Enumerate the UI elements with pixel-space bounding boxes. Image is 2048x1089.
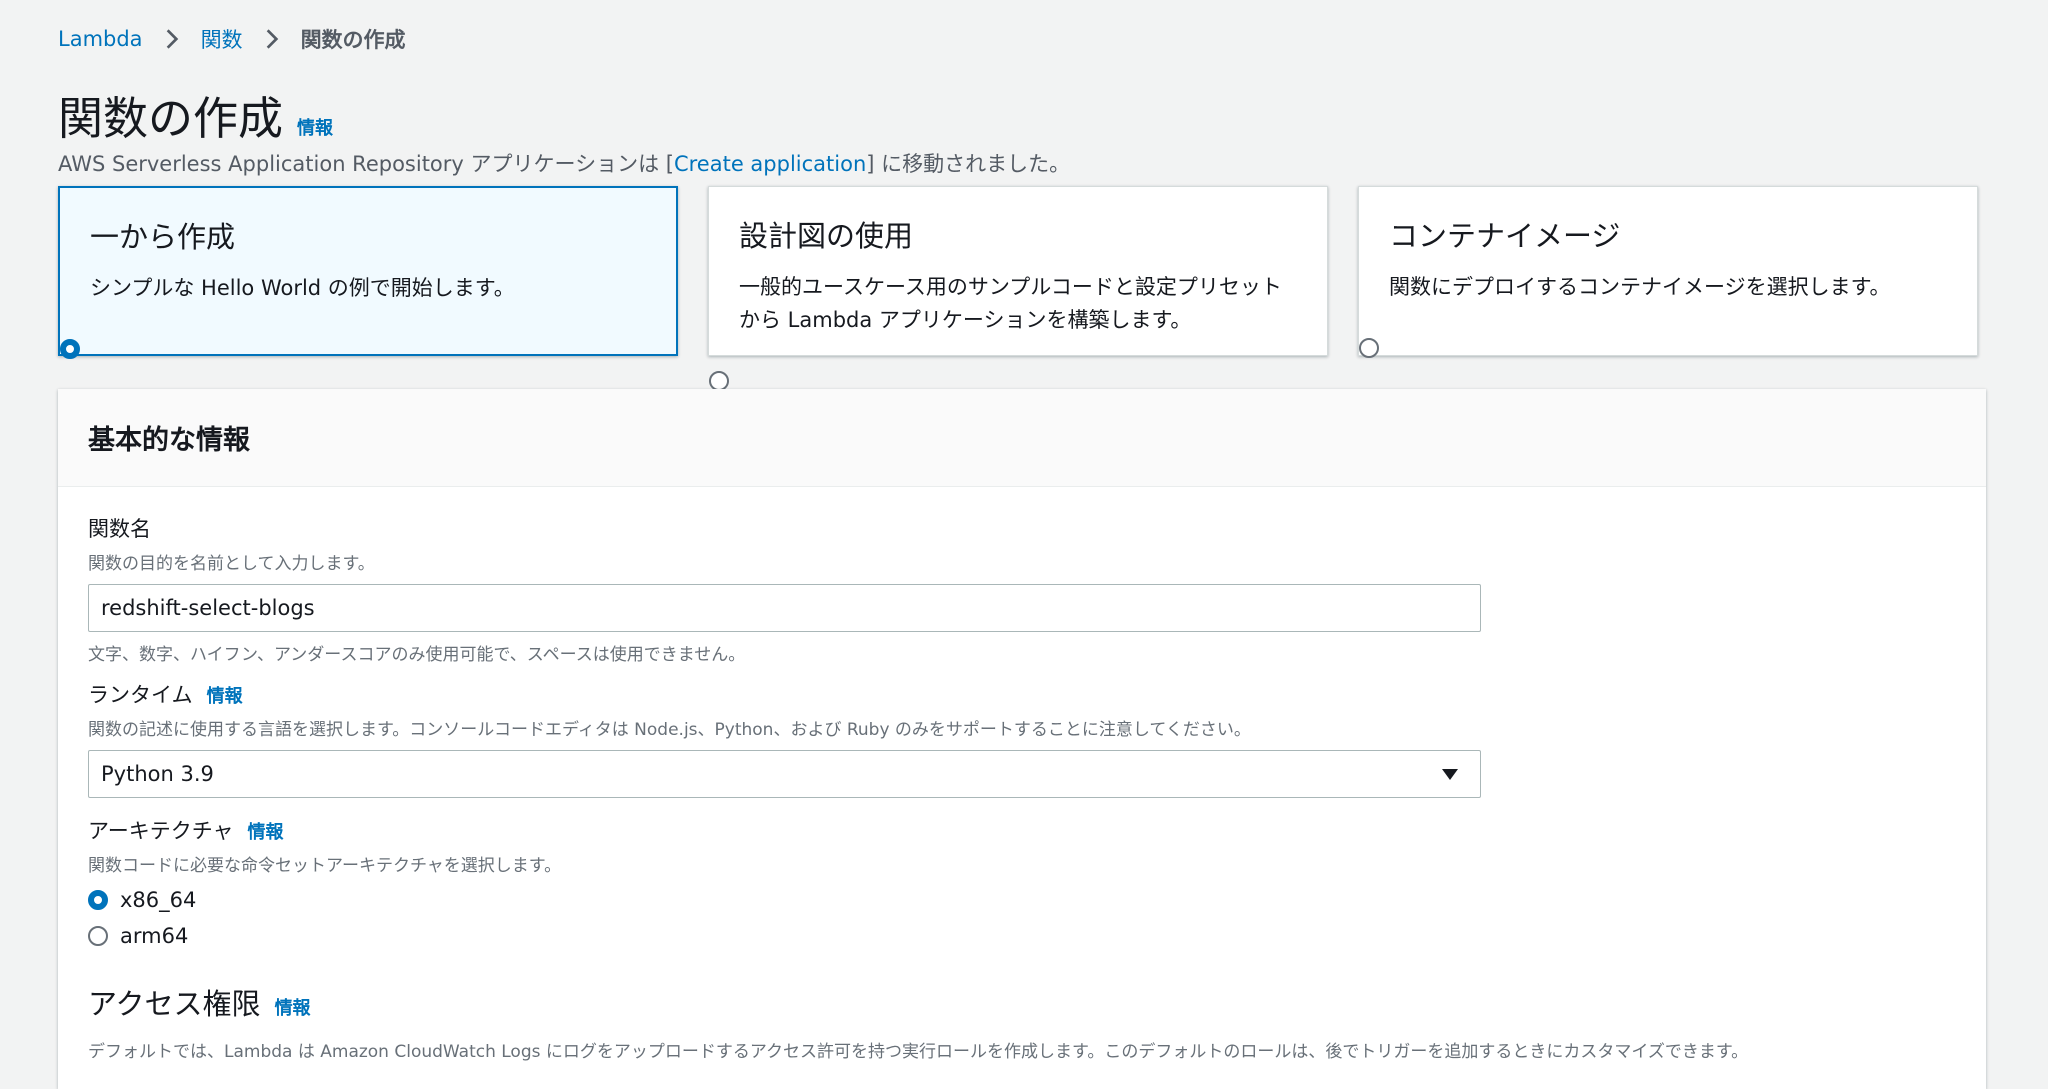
page-title-text: 関数の作成	[58, 92, 284, 145]
option-description: 一般的ユースケース用のサンプルコードと設定プリセットから Lambda アプリケ…	[739, 275, 1282, 332]
architecture-option-label: arm64	[120, 924, 189, 948]
option-description: シンプルな Hello World の例で開始します。	[90, 276, 515, 300]
architecture-option-label: x86_64	[120, 888, 197, 912]
function-name-description: 関数の目的を名前として入力します。	[88, 554, 375, 574]
architecture-field: アーキテクチャ 情報 関数コードに必要な命令セットアーキテクチャを選択します。 …	[88, 815, 561, 948]
architecture-description: 関数コードに必要な命令セットアーキテクチャを選択します。	[88, 856, 562, 876]
runtime-description: 関数の記述に使用する言語を選択します。コンソールコードエディタは Node.js…	[88, 720, 1251, 740]
option-author-from-scratch[interactable]: 一から作成 シンプルな Hello World の例で開始します。	[58, 186, 678, 359]
breadcrumb: Lambda 関数 関数の作成	[58, 24, 406, 54]
permissions-description: デフォルトでは、Lambda は Amazon CloudWatch Logs …	[88, 1042, 1749, 1062]
permissions-title-row: アクセス権限 情報	[88, 981, 1748, 1023]
option-title: 設計図の使用	[739, 219, 914, 253]
runtime-field: ランタイム 情報 関数の記述に使用する言語を選択します。コンソールコードエディタ…	[88, 679, 1481, 798]
radio-button[interactable]	[88, 890, 108, 910]
chevron-right-icon	[266, 29, 278, 49]
runtime-label: ランタイム	[88, 683, 193, 707]
architecture-label-row: アーキテクチャ 情報	[88, 815, 561, 845]
option-title: コンテナイメージ	[1389, 219, 1621, 253]
basic-info-panel: 基本的な情報 関数名 関数の目的を名前として入力します。 redshift-se…	[58, 389, 1986, 1089]
option-radio[interactable]	[60, 339, 80, 359]
breadcrumb-functions[interactable]: 関数	[201, 24, 243, 54]
caret-down-icon	[1442, 768, 1458, 780]
runtime-select[interactable]: Python 3.9	[88, 750, 1481, 798]
chevron-right-icon	[166, 29, 178, 49]
notice-text: AWS Serverless Application Repository アプ…	[58, 148, 1070, 178]
function-name-field: 関数名 関数の目的を名前として入力します。 redshift-select-bl…	[88, 513, 1481, 665]
breadcrumb-lambda[interactable]: Lambda	[58, 27, 143, 51]
panel-header: 基本的な情報	[58, 389, 1986, 487]
notice-suffix: ] に移動されました。	[866, 152, 1071, 176]
page-title: 関数の作成 情報	[58, 82, 333, 147]
runtime-label-row: ランタイム 情報	[88, 679, 1481, 709]
option-description: 関数にデプロイするコンテナイメージを選択します。	[1389, 275, 1891, 299]
option-container-image[interactable]: コンテナイメージ 関数にデプロイするコンテナイメージを選択します。	[1358, 186, 1978, 358]
architecture-info-link[interactable]: 情報	[248, 818, 284, 844]
function-name-input[interactable]: redshift-select-blogs	[88, 584, 1481, 632]
permissions-info-link[interactable]: 情報	[275, 994, 311, 1020]
option-title: 一から作成	[90, 220, 236, 254]
option-use-blueprint[interactable]: 設計図の使用 一般的ユースケース用のサンプルコードと設定プリセットから Lamb…	[708, 186, 1328, 391]
architecture-option-arm64[interactable]: arm64	[88, 924, 561, 948]
runtime-value: Python 3.9	[101, 762, 214, 786]
panel-title: 基本的な情報	[88, 425, 250, 456]
option-radio[interactable]	[1359, 338, 1379, 358]
breadcrumb-current: 関数の作成	[300, 28, 406, 52]
function-name-value: redshift-select-blogs	[101, 596, 315, 620]
option-radio[interactable]	[709, 371, 729, 391]
function-name-label: 関数名	[88, 517, 151, 541]
runtime-info-link[interactable]: 情報	[207, 682, 243, 708]
create-application-link[interactable]: Create application	[674, 152, 866, 176]
creation-options: 一から作成 シンプルな Hello World の例で開始します。 設計図の使用…	[58, 186, 1978, 391]
radio-button[interactable]	[88, 926, 108, 946]
permissions-title: アクセス権限	[88, 987, 261, 1021]
notice-prefix: AWS Serverless Application Repository アプ…	[58, 152, 674, 176]
function-name-constraint: 文字、数字、ハイフン、アンダースコアのみ使用可能で、スペースは使用できません。	[88, 645, 746, 665]
architecture-label: アーキテクチャ	[88, 819, 234, 843]
info-link[interactable]: 情報	[297, 114, 333, 140]
permissions-section: アクセス権限 情報 デフォルトでは、Lambda は Amazon CloudW…	[88, 981, 1748, 1062]
architecture-option-x86[interactable]: x86_64	[88, 888, 561, 912]
